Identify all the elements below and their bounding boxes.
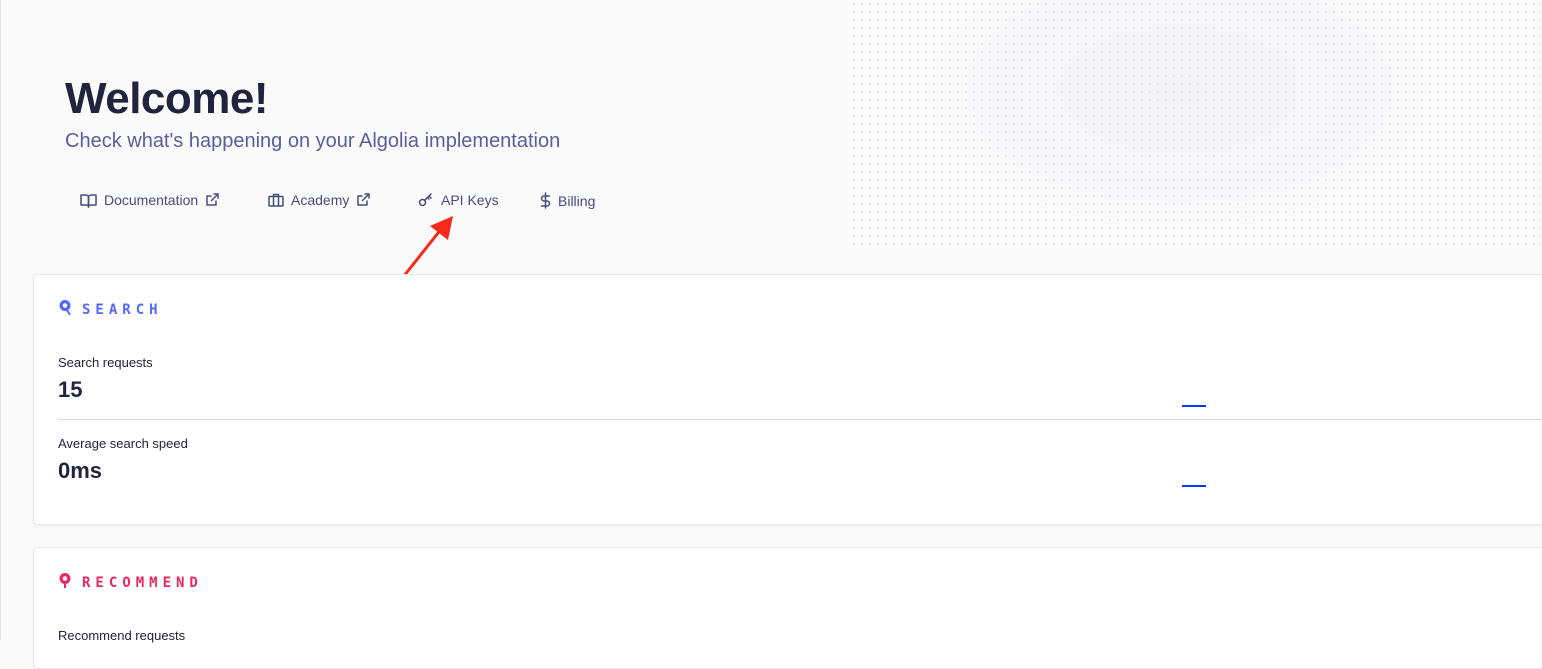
recommend-pin-icon: [58, 572, 72, 593]
search-card-header: SEARCH: [58, 299, 163, 320]
briefcase-icon: [268, 193, 284, 207]
dollar-icon: [540, 192, 551, 209]
search-requests-value: 15: [58, 377, 83, 402]
key-icon: [418, 193, 434, 207]
academy-label: Academy: [291, 192, 350, 208]
recommend-card: RECOMMEND Recommend requests: [33, 547, 1542, 669]
metrics-divider: [58, 419, 1542, 420]
search-card-title: SEARCH: [82, 301, 163, 318]
recommend-card-title: RECOMMEND: [82, 574, 203, 591]
search-pin-icon: [58, 299, 72, 320]
page-left-border: [0, 0, 1, 640]
search-card: SEARCH Search requests 15 Average search…: [33, 274, 1542, 525]
billing-label: Billing: [558, 192, 596, 209]
documentation-link[interactable]: Documentation: [80, 192, 219, 208]
book-icon: [80, 193, 97, 208]
external-link-icon: [356, 193, 371, 207]
search-speed-label: Average search speed: [58, 436, 188, 451]
api-keys-link[interactable]: API Keys: [418, 192, 499, 208]
recommend-requests-label: Recommend requests: [58, 628, 186, 643]
api-keys-label: API Keys: [441, 192, 499, 208]
external-link-icon: [205, 193, 219, 207]
search-speed-value: 0ms: [58, 458, 103, 483]
documentation-label: Documentation: [104, 192, 199, 208]
search-speed-sparkline: [1182, 485, 1206, 487]
academy-link[interactable]: Academy: [268, 192, 371, 208]
billing-link[interactable]: Billing: [540, 192, 595, 209]
page-subtitle: Check what's happening on your Algolia i…: [65, 130, 561, 152]
hero-dot-pattern: [850, 0, 1542, 250]
recommend-card-header: RECOMMEND: [58, 572, 203, 593]
search-requests-label: Search requests: [58, 355, 153, 370]
search-requests-sparkline: [1182, 405, 1206, 407]
page-title: Welcome!: [65, 74, 269, 123]
